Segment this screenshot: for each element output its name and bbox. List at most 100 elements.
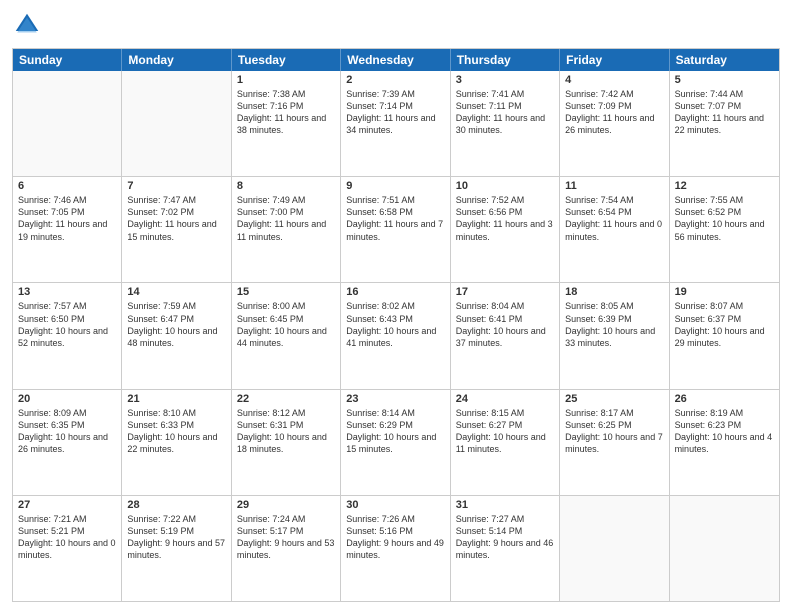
day-info: Sunrise: 7:22 AMSunset: 5:19 PMDaylight:… xyxy=(127,513,225,562)
day-info: Sunrise: 8:02 AMSunset: 6:43 PMDaylight:… xyxy=(346,300,444,349)
day-number: 23 xyxy=(346,393,444,405)
day-number: 9 xyxy=(346,180,444,192)
calendar-cell: 7 Sunrise: 7:47 AMSunset: 7:02 PMDaylight… xyxy=(122,177,231,282)
day-number: 1 xyxy=(237,74,335,86)
calendar-cell: 21Sunrise: 8:10 AMSunset: 6:33 PMDayligh… xyxy=(122,390,231,495)
calendar-cell: 16 Sunrise: 8:02 AMSunset: 6:43 PMDayligh… xyxy=(341,283,450,388)
calendar-cell: 3Sunrise: 7:41 AMSunset: 7:11 PMDaylight… xyxy=(451,71,560,176)
calendar-cell: 17 Sunrise: 8:04 AMSunset: 6:41 PMDayligh… xyxy=(451,283,560,388)
weekday-header: Tuesday xyxy=(232,49,341,71)
day-number: 25 xyxy=(565,393,663,405)
page-header xyxy=(12,10,780,40)
day-number: 15 xyxy=(237,286,335,298)
day-number: 28 xyxy=(127,499,225,511)
day-info: Sunrise: 8:12 AMSunset: 6:31 PMDaylight:… xyxy=(237,407,335,456)
day-info: Sunrise: 7:42 AMSunset: 7:09 PMDaylight:… xyxy=(565,88,663,137)
weekday-header: Thursday xyxy=(451,49,560,71)
calendar-cell: 2 Sunrise: 7:39 AMSunset: 7:14 PMDaylight… xyxy=(341,71,450,176)
day-number: 10 xyxy=(456,180,554,192)
day-info: Sunrise: 7:52 AMSunset: 6:56 PMDaylight:… xyxy=(456,194,554,243)
day-info: Sunrise: 7:24 AMSunset: 5:17 PMDaylight:… xyxy=(237,513,335,562)
day-info: Sunrise: 7:21 AMSunset: 5:21 PMDaylight:… xyxy=(18,513,116,562)
calendar-cell: 13Sunrise: 7:57 AMSunset: 6:50 PMDayligh… xyxy=(13,283,122,388)
day-info: Sunrise: 7:59 AMSunset: 6:47 PMDaylight:… xyxy=(127,300,225,349)
calendar-cell: 19 Sunrise: 8:07 AMSunset: 6:37 PMDayligh… xyxy=(670,283,779,388)
calendar-cell xyxy=(13,71,122,176)
day-number: 11 xyxy=(565,180,663,192)
day-info: Sunrise: 7:41 AMSunset: 7:11 PMDaylight:… xyxy=(456,88,554,137)
calendar-cell: 11 Sunrise: 7:54 AMSunset: 6:54 PMDayligh… xyxy=(560,177,669,282)
day-number: 22 xyxy=(237,393,335,405)
day-info: Sunrise: 7:39 AMSunset: 7:14 PMDaylight:… xyxy=(346,88,444,137)
day-number: 18 xyxy=(565,286,663,298)
day-number: 17 xyxy=(456,286,554,298)
calendar-cell: 12 Sunrise: 7:55 AMSunset: 6:52 PMDayligh… xyxy=(670,177,779,282)
day-info: Sunrise: 8:15 AMSunset: 6:27 PMDaylight:… xyxy=(456,407,554,456)
weekday-header: Friday xyxy=(560,49,669,71)
day-number: 13 xyxy=(18,286,116,298)
calendar-cell: 30 Sunrise: 7:26 AMSunset: 5:16 PMDayligh… xyxy=(341,496,450,601)
calendar-cell: 22 Sunrise: 8:12 AMSunset: 6:31 PMDayligh… xyxy=(232,390,341,495)
day-info: Sunrise: 8:00 AMSunset: 6:45 PMDaylight:… xyxy=(237,300,335,349)
calendar-cell: 25Sunrise: 8:17 AMSunset: 6:25 PMDayligh… xyxy=(560,390,669,495)
calendar-row: 1 Sunrise: 7:38 AMSunset: 7:16 PMDaylight… xyxy=(13,71,779,176)
day-number: 30 xyxy=(346,499,444,511)
calendar-cell: 28 Sunrise: 7:22 AMSunset: 5:19 PMDayligh… xyxy=(122,496,231,601)
day-number: 24 xyxy=(456,393,554,405)
calendar-cell: 20Sunrise: 8:09 AMSunset: 6:35 PMDayligh… xyxy=(13,390,122,495)
calendar-cell: 23 Sunrise: 8:14 AMSunset: 6:29 PMDayligh… xyxy=(341,390,450,495)
calendar-header: SundayMondayTuesdayWednesdayThursdayFrid… xyxy=(13,49,779,71)
day-number: 19 xyxy=(675,286,774,298)
calendar-cell: 5Sunrise: 7:44 AMSunset: 7:07 PMDaylight… xyxy=(670,71,779,176)
logo xyxy=(12,10,46,40)
day-number: 7 xyxy=(127,180,225,192)
day-number: 2 xyxy=(346,74,444,86)
calendar-cell xyxy=(560,496,669,601)
day-info: Sunrise: 7:46 AMSunset: 7:05 PMDaylight:… xyxy=(18,194,116,243)
day-info: Sunrise: 7:44 AMSunset: 7:07 PMDaylight:… xyxy=(675,88,774,137)
day-number: 12 xyxy=(675,180,774,192)
day-number: 20 xyxy=(18,393,116,405)
day-number: 27 xyxy=(18,499,116,511)
calendar-cell: 15 Sunrise: 8:00 AMSunset: 6:45 PMDayligh… xyxy=(232,283,341,388)
calendar-cell: 6 Sunrise: 7:46 AMSunset: 7:05 PMDaylight… xyxy=(13,177,122,282)
day-info: Sunrise: 8:07 AMSunset: 6:37 PMDaylight:… xyxy=(675,300,774,349)
calendar-body: 1 Sunrise: 7:38 AMSunset: 7:16 PMDaylight… xyxy=(13,71,779,601)
calendar-row: 27 Sunrise: 7:21 AMSunset: 5:21 PMDayligh… xyxy=(13,495,779,601)
calendar-cell: 31Sunrise: 7:27 AMSunset: 5:14 PMDayligh… xyxy=(451,496,560,601)
day-info: Sunrise: 8:05 AMSunset: 6:39 PMDaylight:… xyxy=(565,300,663,349)
calendar-row: 13Sunrise: 7:57 AMSunset: 6:50 PMDayligh… xyxy=(13,282,779,388)
day-number: 6 xyxy=(18,180,116,192)
day-number: 29 xyxy=(237,499,335,511)
day-info: Sunrise: 7:54 AMSunset: 6:54 PMDaylight:… xyxy=(565,194,663,243)
day-number: 4 xyxy=(565,74,663,86)
day-info: Sunrise: 7:38 AMSunset: 7:16 PMDaylight:… xyxy=(237,88,335,137)
calendar-cell: 24 Sunrise: 8:15 AMSunset: 6:27 PMDayligh… xyxy=(451,390,560,495)
calendar-cell: 4 Sunrise: 7:42 AMSunset: 7:09 PMDaylight… xyxy=(560,71,669,176)
calendar-cell: 29 Sunrise: 7:24 AMSunset: 5:17 PMDayligh… xyxy=(232,496,341,601)
weekday-header: Saturday xyxy=(670,49,779,71)
calendar-cell: 8Sunrise: 7:49 AMSunset: 7:00 PMDaylight… xyxy=(232,177,341,282)
calendar: SundayMondayTuesdayWednesdayThursdayFrid… xyxy=(12,48,780,602)
day-info: Sunrise: 8:19 AMSunset: 6:23 PMDaylight:… xyxy=(675,407,774,456)
weekday-header: Monday xyxy=(122,49,231,71)
weekday-header: Wednesday xyxy=(341,49,450,71)
day-number: 26 xyxy=(675,393,774,405)
day-info: Sunrise: 8:14 AMSunset: 6:29 PMDaylight:… xyxy=(346,407,444,456)
day-number: 21 xyxy=(127,393,225,405)
calendar-cell: 18 Sunrise: 8:05 AMSunset: 6:39 PMDayligh… xyxy=(560,283,669,388)
day-number: 31 xyxy=(456,499,554,511)
day-info: Sunrise: 7:47 AMSunset: 7:02 PMDaylight:… xyxy=(127,194,225,243)
day-info: Sunrise: 7:55 AMSunset: 6:52 PMDaylight:… xyxy=(675,194,774,243)
day-info: Sunrise: 8:04 AMSunset: 6:41 PMDaylight:… xyxy=(456,300,554,349)
calendar-cell: 14Sunrise: 7:59 AMSunset: 6:47 PMDayligh… xyxy=(122,283,231,388)
day-info: Sunrise: 7:51 AMSunset: 6:58 PMDaylight:… xyxy=(346,194,444,243)
calendar-row: 6 Sunrise: 7:46 AMSunset: 7:05 PMDaylight… xyxy=(13,176,779,282)
day-info: Sunrise: 7:26 AMSunset: 5:16 PMDaylight:… xyxy=(346,513,444,562)
weekday-header: Sunday xyxy=(13,49,122,71)
day-number: 16 xyxy=(346,286,444,298)
day-number: 8 xyxy=(237,180,335,192)
calendar-cell xyxy=(122,71,231,176)
calendar-row: 20Sunrise: 8:09 AMSunset: 6:35 PMDayligh… xyxy=(13,389,779,495)
calendar-cell: 10 Sunrise: 7:52 AMSunset: 6:56 PMDayligh… xyxy=(451,177,560,282)
